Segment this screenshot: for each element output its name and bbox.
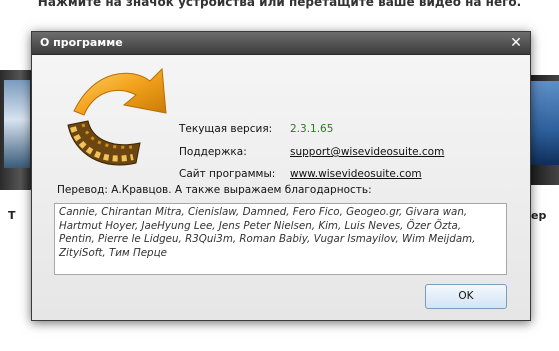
device-thumbnail-right[interactable] — [528, 75, 559, 185]
close-icon: ✕ — [510, 35, 522, 51]
device-screen — [531, 81, 559, 165]
about-dialog: О программе ✕ Текущая версия: 2.3.1.65 П… — [31, 31, 531, 321]
translator-credit: Перевод: А.Кравцов. А также выражаем бла… — [57, 184, 372, 196]
dialog-title: О программе — [40, 36, 123, 49]
dialog-titlebar[interactable]: О программе ✕ — [32, 32, 530, 55]
website-link[interactable]: www.wisevideosuite.com — [290, 168, 422, 180]
film-reel-arrow-icon — [67, 67, 167, 166]
device-screen — [4, 80, 30, 168]
version-value: 2.3.1.65 — [290, 123, 334, 135]
support-email-link[interactable]: support@wisevideosuite.com — [290, 146, 444, 158]
support-label: Поддержка: — [179, 146, 247, 158]
version-label: Текущая версия: — [179, 123, 273, 135]
device-label-left: T — [8, 209, 16, 222]
credits-textbox[interactable]: Cannie, Chirantan Mitra, Cienislaw, Damn… — [54, 203, 507, 275]
credits-text: Cannie, Chirantan Mitra, Cienislaw, Damn… — [59, 206, 476, 259]
device-label-right: ер — [531, 209, 547, 222]
device-thumbnail-left[interactable] — [0, 70, 34, 190]
background-instruction: Нажмите на значок устройства или перетащ… — [0, 0, 559, 14]
background-instruction-text: Нажмите на значок устройства или перетащ… — [37, 0, 522, 9]
ok-button[interactable]: OK — [425, 284, 507, 309]
site-label: Сайт программы: — [179, 168, 276, 180]
dialog-content: Текущая версия: 2.3.1.65 Поддержка: supp… — [32, 55, 530, 320]
close-button[interactable]: ✕ — [508, 35, 524, 51]
